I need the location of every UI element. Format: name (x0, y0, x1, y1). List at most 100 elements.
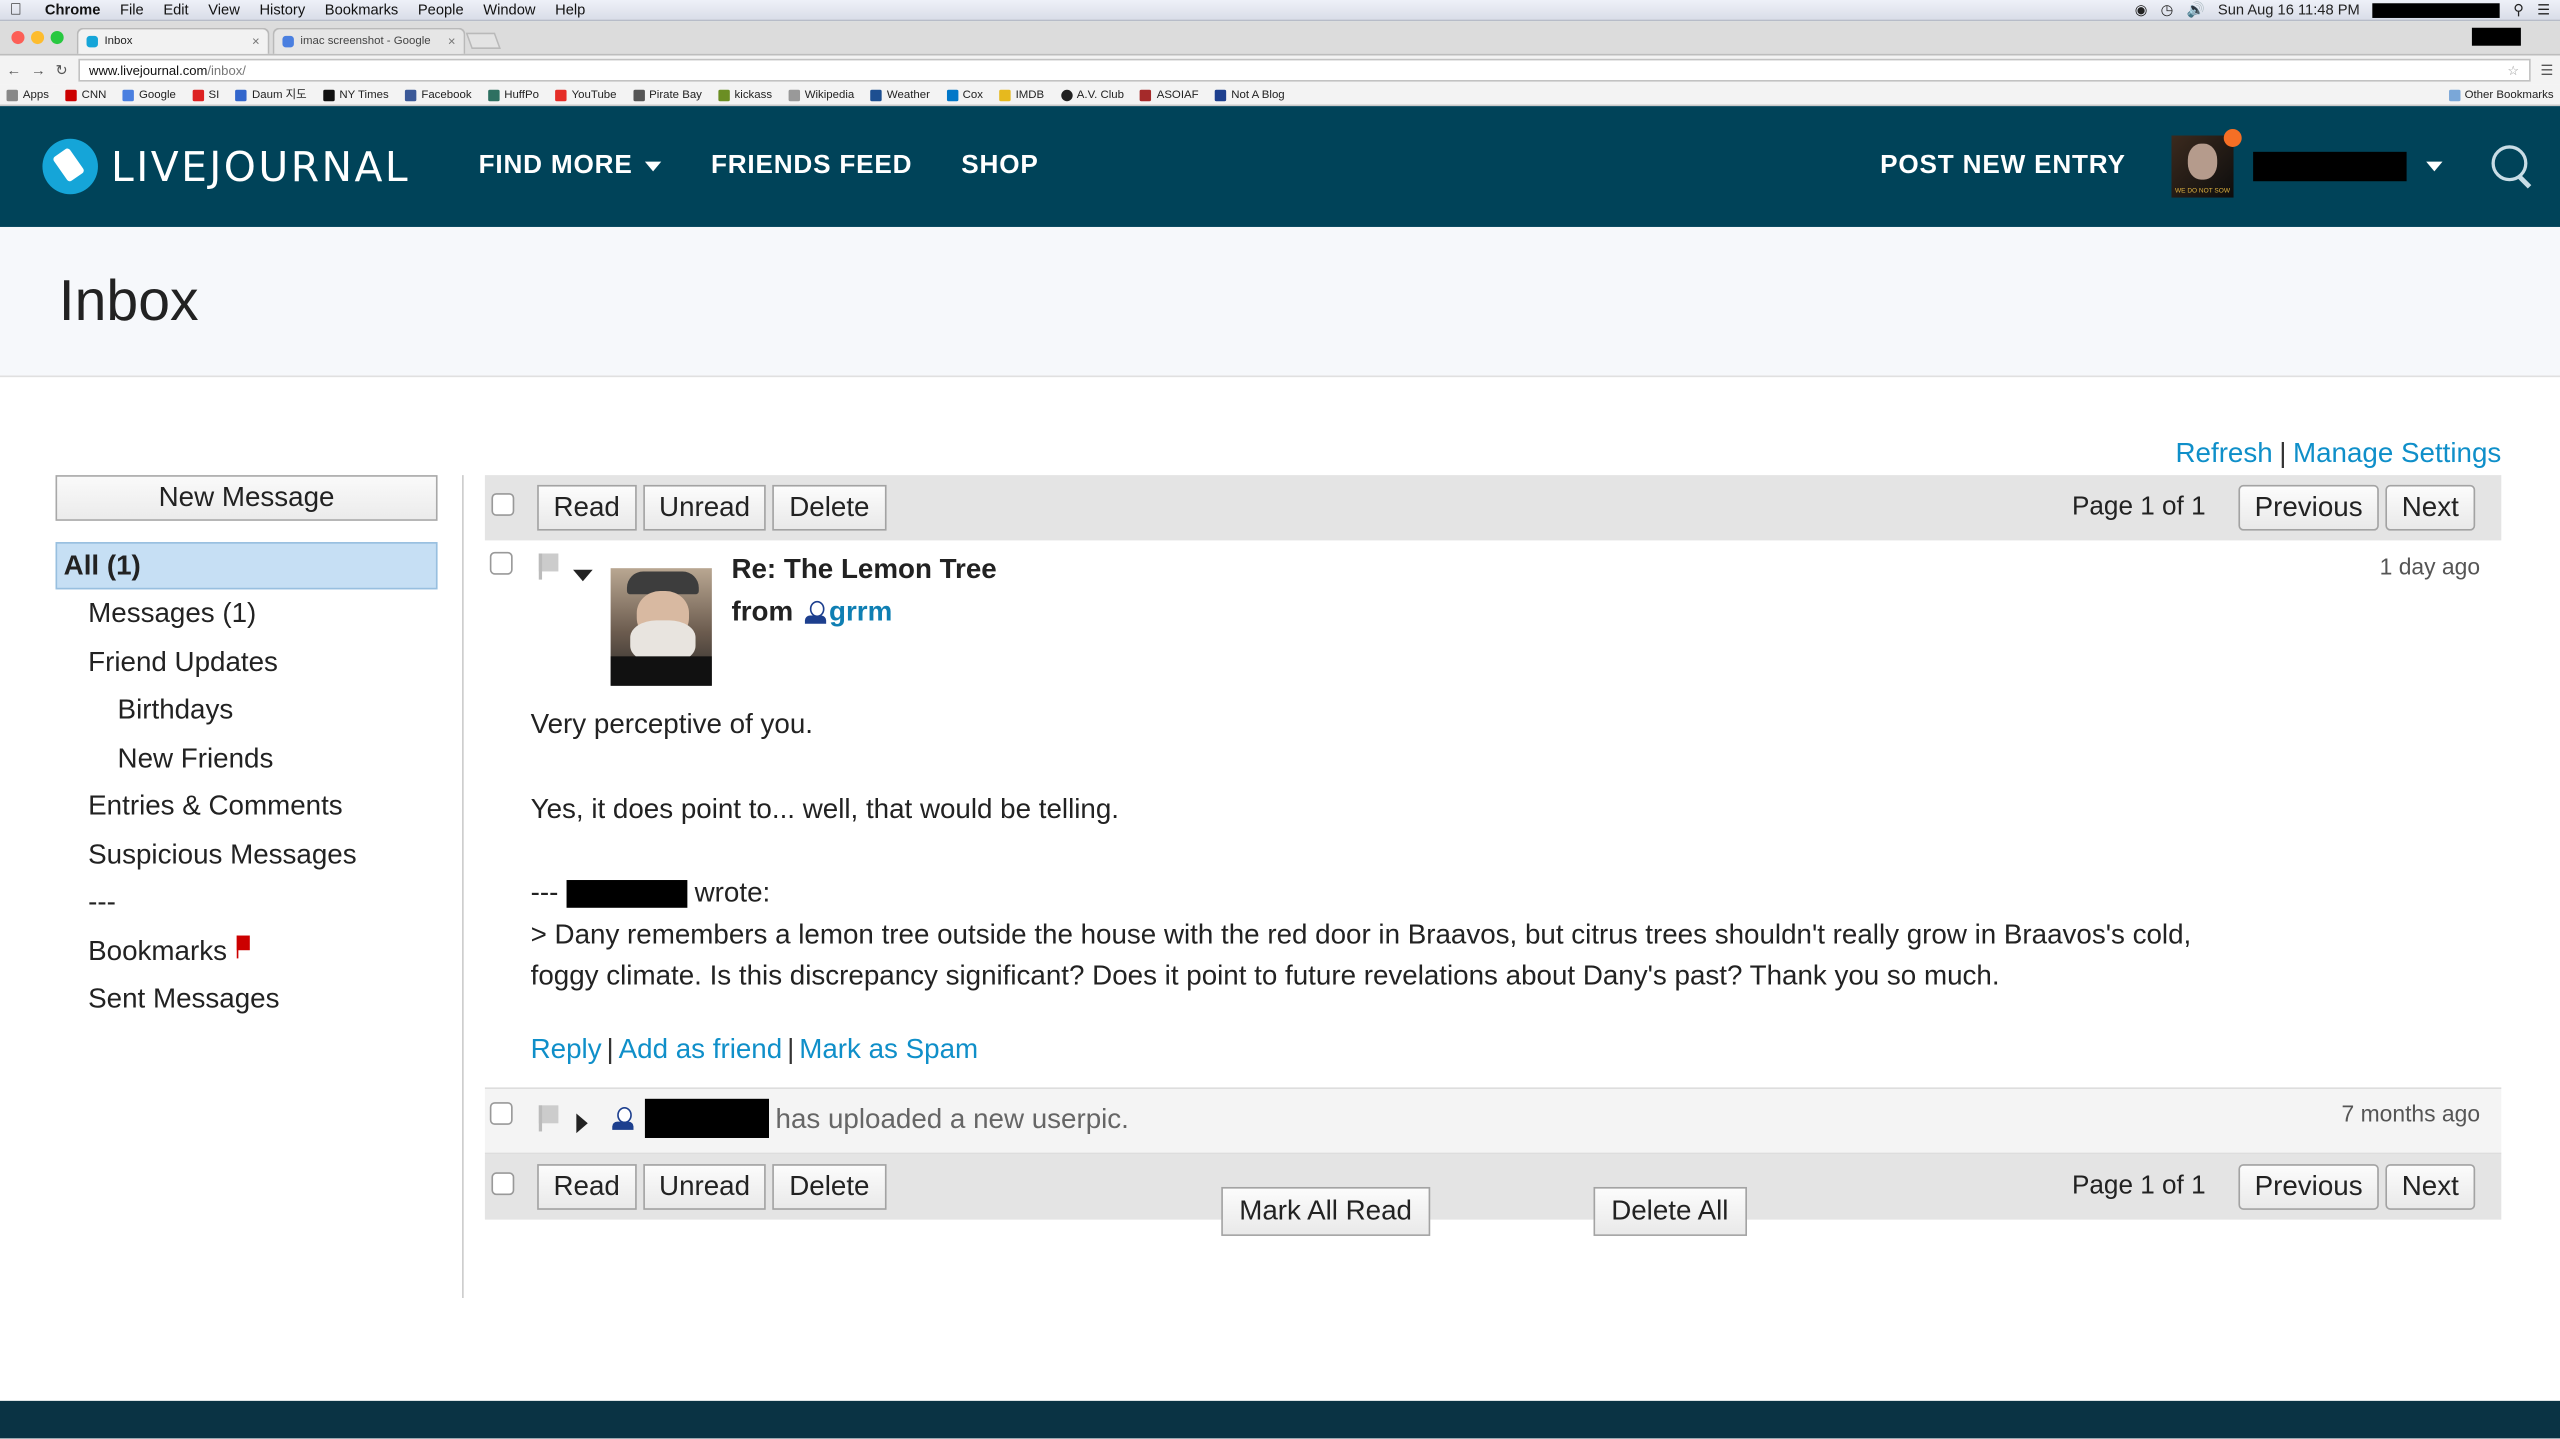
chrome-menu-icon[interactable]: ☰ (2540, 61, 2553, 79)
url-input[interactable]: www.livejournal.com/inbox/ ☆ (77, 58, 2531, 82)
volume-icon[interactable]: 🔊 (2187, 1, 2205, 19)
bookmark-kickass[interactable]: kickass (718, 88, 772, 101)
bookmark-imdb[interactable]: IMDB (999, 88, 1044, 101)
read-button[interactable]: Read (537, 484, 637, 531)
menu-help[interactable]: Help (555, 2, 585, 18)
redacted-username[interactable] (2253, 151, 2407, 182)
delete-button[interactable]: Delete (772, 484, 886, 531)
menu-edit[interactable]: Edit (163, 2, 188, 18)
tab-close-icon[interactable]: × (252, 34, 260, 49)
redacted-username[interactable] (644, 1098, 770, 1138)
mark-all-read-button[interactable]: Mark All Read (1221, 1186, 1430, 1236)
user-menu-caret-icon[interactable] (2426, 161, 2443, 172)
select-all-checkbox[interactable] (491, 1172, 515, 1196)
next-button[interactable]: Next (2385, 484, 2476, 531)
bookmark-notablog[interactable]: Not A Blog (1214, 88, 1285, 101)
user-icon[interactable] (803, 599, 829, 625)
user-avatar[interactable]: WE DO NOT SOW (2171, 128, 2242, 198)
message-summary[interactable]: has uploaded a new userpic. (776, 1104, 1129, 1137)
select-all-checkbox[interactable] (491, 493, 515, 516)
nav-shop[interactable]: SHOP (961, 152, 1038, 181)
minimize-window-icon[interactable] (31, 31, 45, 45)
menu-file[interactable]: File (120, 2, 144, 18)
bookmark-apps[interactable]: Apps (6, 88, 49, 101)
folder-suspicious[interactable]: Suspicious Messages (56, 830, 463, 878)
menu-people[interactable]: People (418, 2, 464, 18)
livejournal-logo[interactable]: LIVEJOURNAL (42, 138, 410, 195)
manage-settings-link[interactable]: Manage Settings (2293, 438, 2501, 469)
bookmark-asoiaf[interactable]: ASOIAF (1140, 88, 1199, 101)
expand-arrow-icon[interactable] (576, 1113, 588, 1134)
folder-sent[interactable]: Sent Messages (56, 975, 463, 1023)
user-icon[interactable] (611, 1105, 637, 1131)
unread-button[interactable]: Unread (642, 1164, 767, 1210)
notification-icon[interactable]: ☰ (2537, 1, 2550, 19)
forward-icon[interactable]: → (31, 62, 46, 78)
folder-bookmarks[interactable]: Bookmarks (56, 927, 463, 975)
reload-icon[interactable]: ↻ (56, 61, 68, 79)
back-icon[interactable]: ← (7, 62, 22, 78)
add-friend-link[interactable]: Add as friend (619, 1033, 783, 1064)
folder-all[interactable]: All (1) (55, 542, 438, 590)
tab-google[interactable]: imac screenshot - Google × (272, 27, 466, 54)
menu-history[interactable]: History (259, 2, 305, 18)
folder-entries-comments[interactable]: Entries & Comments (56, 782, 463, 830)
star-icon[interactable]: ☆ (2507, 63, 2519, 78)
delete-button[interactable]: Delete (772, 1164, 886, 1210)
message-checkbox[interactable] (489, 551, 513, 575)
bookmark-wikipedia[interactable]: Wikipedia (788, 88, 854, 101)
read-button[interactable]: Read (537, 1164, 637, 1210)
bookmark-nytimes[interactable]: NY Times (323, 88, 389, 101)
bookmark-other[interactable]: Other Bookmarks (2448, 88, 2554, 101)
collapse-arrow-icon[interactable] (573, 569, 593, 582)
previous-button[interactable]: Previous (2238, 1164, 2379, 1210)
tab-inbox[interactable]: Inbox × (76, 27, 270, 54)
refresh-link[interactable]: Refresh (2175, 438, 2272, 469)
menu-view[interactable]: View (208, 2, 240, 18)
folder-new-friends[interactable]: New Friends (56, 734, 463, 782)
delete-all-button[interactable]: Delete All (1593, 1186, 1747, 1236)
bookmark-weather[interactable]: Weather (870, 88, 930, 101)
close-window-icon[interactable] (11, 31, 25, 45)
bookmark-flag-icon[interactable] (538, 1105, 559, 1132)
nav-friends-feed[interactable]: FRIENDS FEED (711, 152, 912, 181)
bookmark-huffpo[interactable]: HuffPo (487, 88, 539, 101)
apple-icon[interactable]:  (10, 1, 22, 19)
message-checkbox[interactable] (489, 1102, 513, 1125)
bookmark-piratebay[interactable]: Pirate Bay (632, 88, 702, 101)
sender-userpic[interactable] (610, 568, 712, 686)
sender-link[interactable]: grrm (829, 596, 892, 629)
menu-bookmarks[interactable]: Bookmarks (325, 2, 398, 18)
clock-icon[interactable]: ◷ (2161, 1, 2174, 19)
message-subject[interactable]: Re: The Lemon Tree (731, 553, 996, 586)
next-button[interactable]: Next (2385, 1164, 2476, 1210)
mark-spam-link[interactable]: Mark as Spam (799, 1033, 978, 1064)
post-new-entry-link[interactable]: POST NEW ENTRY (1880, 152, 2126, 181)
zoom-window-icon[interactable] (50, 31, 64, 45)
folder-messages[interactable]: Messages (1) (56, 589, 463, 637)
bookmark-youtube[interactable]: YouTube (555, 88, 617, 101)
menu-app-name[interactable]: Chrome (45, 2, 101, 18)
bookmark-daum[interactable]: Daum 지도 (235, 87, 307, 103)
menubar-clock[interactable]: Sun Aug 16 11:48 PM (2218, 2, 2360, 18)
new-message-button[interactable]: New Message (55, 475, 438, 521)
unread-button[interactable]: Unread (642, 484, 767, 531)
nav-find-more[interactable]: FIND MORE (479, 152, 662, 181)
previous-button[interactable]: Previous (2238, 484, 2379, 531)
bookmark-si[interactable]: SI (192, 88, 219, 101)
search-icon[interactable] (2491, 145, 2534, 187)
folder-friend-updates[interactable]: Friend Updates (56, 638, 463, 686)
new-tab-button[interactable] (465, 32, 501, 49)
reply-link[interactable]: Reply (531, 1033, 602, 1064)
folder-birthdays[interactable]: Birthdays (56, 686, 463, 734)
tab-close-icon[interactable]: × (448, 34, 456, 49)
bookmark-cnn[interactable]: CNN (65, 88, 106, 101)
bookmark-facebook[interactable]: Facebook (405, 88, 472, 101)
bookmark-flag-icon[interactable] (538, 553, 559, 580)
bookmark-avclub[interactable]: A.V. Club (1060, 88, 1124, 101)
bookmark-cox[interactable]: Cox (946, 88, 983, 101)
wifi-icon[interactable]: ◉ (2135, 1, 2148, 19)
spotlight-icon[interactable]: ⚲ (2513, 1, 2524, 19)
bookmark-google[interactable]: Google (122, 88, 176, 101)
menu-window[interactable]: Window (483, 2, 535, 18)
